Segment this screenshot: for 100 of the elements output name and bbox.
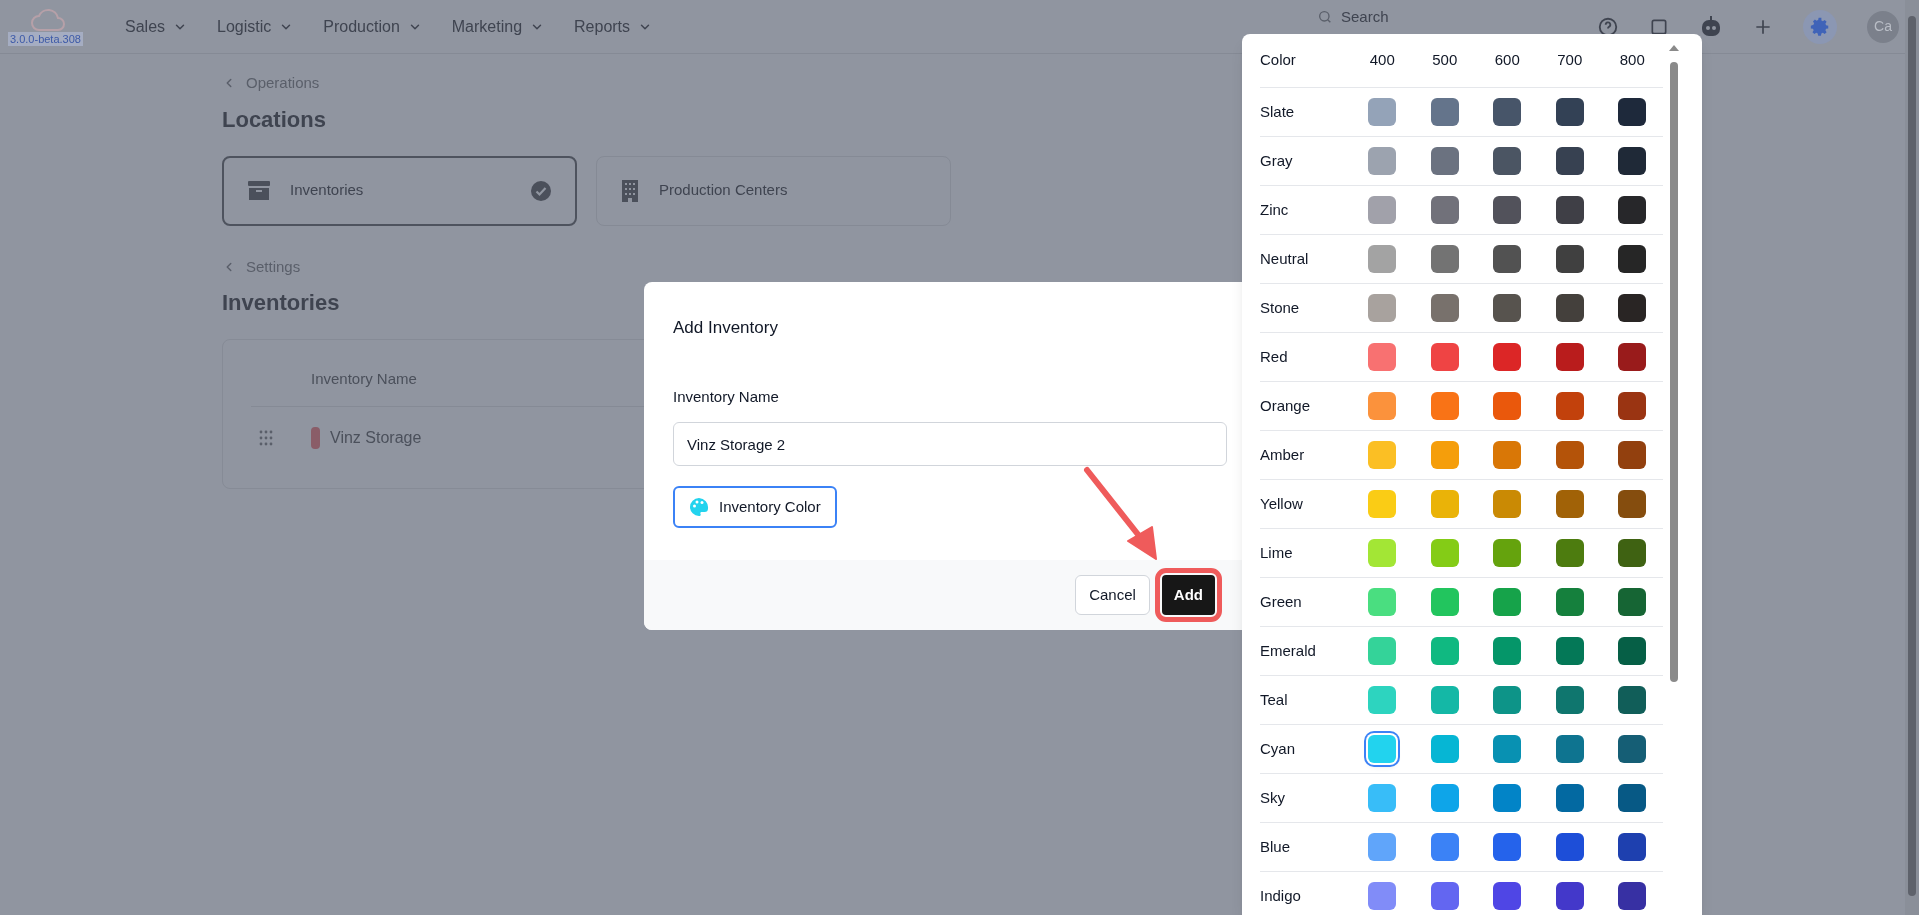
color-swatch[interactable] [1555, 784, 1584, 812]
color-swatch[interactable] [1493, 294, 1522, 322]
color-swatch[interactable] [1430, 784, 1459, 812]
color-swatch[interactable] [1368, 882, 1397, 910]
color-swatch[interactable] [1493, 98, 1522, 126]
color-swatch[interactable] [1493, 833, 1522, 861]
color-swatch[interactable] [1368, 196, 1397, 224]
color-swatch[interactable] [1493, 539, 1522, 567]
color-swatch[interactable] [1618, 441, 1647, 469]
color-swatch[interactable] [1555, 539, 1584, 567]
color-swatch[interactable] [1555, 196, 1584, 224]
color-swatch[interactable] [1493, 637, 1522, 665]
color-swatch[interactable] [1368, 294, 1397, 322]
color-swatch[interactable] [1430, 539, 1459, 567]
color-swatch[interactable] [1618, 784, 1647, 812]
color-swatch[interactable] [1368, 637, 1397, 665]
color-swatch[interactable] [1368, 833, 1397, 861]
color-swatch[interactable] [1618, 147, 1647, 175]
color-swatch[interactable] [1555, 588, 1584, 616]
user-avatar[interactable]: Ca [1867, 10, 1899, 43]
nav-menu-item[interactable]: Reports [574, 14, 653, 39]
color-swatch[interactable] [1493, 441, 1522, 469]
robot-icon[interactable] [1699, 15, 1723, 38]
color-swatch[interactable] [1555, 490, 1584, 518]
color-swatch[interactable] [1368, 588, 1397, 616]
color-swatch[interactable] [1555, 294, 1584, 322]
color-swatch[interactable] [1493, 686, 1522, 714]
name-input[interactable]: Vinz Storage 2 [673, 422, 1227, 466]
color-swatch[interactable] [1618, 833, 1647, 861]
color-swatch[interactable] [1493, 735, 1522, 763]
color-swatch[interactable] [1430, 833, 1459, 861]
color-swatch[interactable] [1555, 98, 1584, 126]
color-swatch[interactable] [1618, 588, 1647, 616]
color-swatch[interactable] [1430, 147, 1459, 175]
color-swatch[interactable] [1618, 882, 1647, 910]
color-swatch[interactable] [1555, 735, 1584, 763]
color-swatch[interactable] [1618, 392, 1647, 420]
color-swatch[interactable] [1493, 882, 1522, 910]
color-swatch[interactable] [1618, 490, 1647, 518]
nav-menu-item[interactable]: Logistic [217, 14, 294, 39]
color-swatch[interactable] [1368, 686, 1397, 714]
color-swatch[interactable] [1430, 490, 1459, 518]
color-swatch[interactable] [1555, 637, 1584, 665]
color-swatch[interactable] [1368, 539, 1397, 567]
color-swatch[interactable] [1368, 441, 1397, 469]
nav-menu-item[interactable]: Production [323, 14, 422, 39]
color-swatch[interactable] [1430, 686, 1459, 714]
color-swatch[interactable] [1493, 490, 1522, 518]
color-swatch[interactable] [1493, 392, 1522, 420]
color-swatch[interactable] [1618, 196, 1647, 224]
color-swatch[interactable] [1368, 98, 1397, 126]
cancel-button[interactable]: Cancel [1075, 575, 1150, 615]
color-swatch[interactable] [1493, 196, 1522, 224]
color-swatch[interactable] [1555, 147, 1584, 175]
color-swatch[interactable] [1618, 686, 1647, 714]
color-swatch[interactable] [1618, 98, 1647, 126]
color-swatch[interactable] [1555, 245, 1584, 273]
color-swatch[interactable] [1430, 294, 1459, 322]
color-swatch[interactable] [1555, 343, 1584, 371]
color-swatch[interactable] [1430, 343, 1459, 371]
color-swatch[interactable] [1555, 392, 1584, 420]
color-swatch[interactable] [1430, 196, 1459, 224]
color-swatch[interactable] [1618, 637, 1647, 665]
drag-handle-icon[interactable] [259, 430, 273, 446]
color-swatch[interactable] [1430, 98, 1459, 126]
color-swatch[interactable] [1618, 343, 1647, 371]
location-card[interactable]: Inventories [222, 155, 577, 226]
color-swatch[interactable] [1430, 441, 1459, 469]
color-swatch[interactable] [1368, 147, 1397, 175]
color-button[interactable]: Inventory Color [673, 486, 837, 528]
color-swatch[interactable] [1618, 294, 1647, 322]
color-swatch[interactable] [1493, 343, 1522, 371]
color-swatch[interactable] [1430, 392, 1459, 420]
color-swatch[interactable] [1618, 539, 1647, 567]
color-swatch[interactable] [1368, 245, 1397, 273]
page-scrollbar[interactable] [1905, 0, 1919, 915]
scroll-up-icon[interactable] [1668, 44, 1680, 52]
color-swatch[interactable] [1493, 147, 1522, 175]
color-swatch[interactable] [1368, 490, 1397, 518]
color-swatch[interactable] [1430, 588, 1459, 616]
search-field[interactable]: Search [1341, 7, 1541, 26]
color-swatch[interactable] [1430, 735, 1459, 763]
color-swatch[interactable] [1493, 784, 1522, 812]
nav-menu-item[interactable]: Marketing [451, 14, 545, 39]
color-swatch[interactable] [1555, 686, 1584, 714]
color-swatch[interactable] [1618, 245, 1647, 273]
nav-menu-item[interactable]: Sales [125, 14, 188, 39]
color-swatch[interactable] [1555, 882, 1584, 910]
color-swatch[interactable] [1430, 637, 1459, 665]
location-card[interactable]: Production Centers [596, 155, 951, 226]
color-swatch[interactable] [1555, 833, 1584, 861]
color-swatch[interactable] [1618, 735, 1647, 763]
color-swatch[interactable] [1430, 245, 1459, 273]
color-swatch[interactable] [1368, 784, 1397, 812]
color-swatch[interactable] [1493, 588, 1522, 616]
color-swatch[interactable] [1368, 392, 1397, 420]
color-swatch[interactable] [1555, 441, 1584, 469]
color-swatch[interactable] [1368, 343, 1397, 371]
color-swatch[interactable] [1430, 882, 1459, 910]
color-swatch[interactable] [1493, 245, 1522, 273]
